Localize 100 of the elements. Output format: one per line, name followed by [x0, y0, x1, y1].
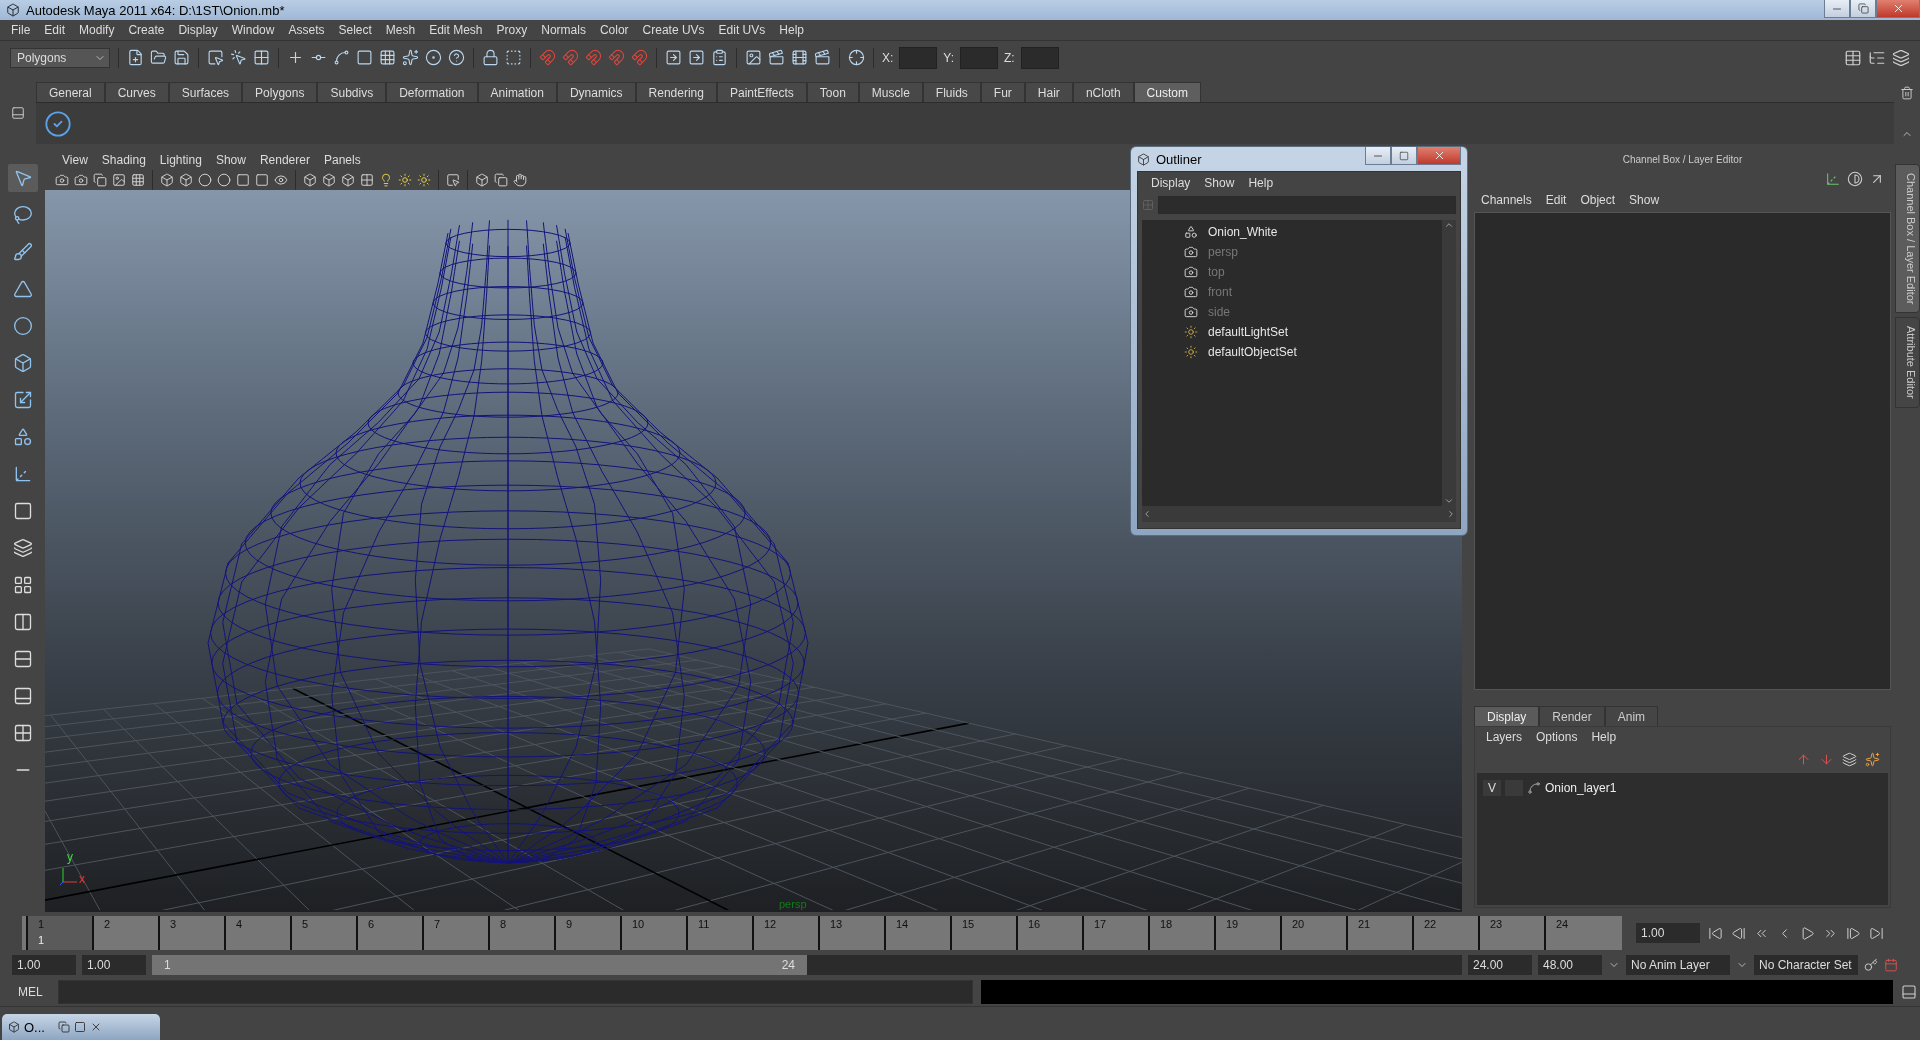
visibility-toggle[interactable]: V: [1483, 780, 1501, 796]
all-lights-icon[interactable]: [417, 173, 431, 187]
menu-item[interactable]: Help: [1584, 730, 1624, 744]
check-circle-icon[interactable]: [44, 109, 72, 138]
menu-item[interactable]: Show: [1622, 193, 1667, 207]
menu-item[interactable]: Mesh: [378, 23, 423, 37]
outliner-item[interactable]: defaultLightSet: [1208, 325, 1289, 339]
playback-end-field[interactable]: 24.00: [1468, 955, 1532, 975]
shelf-tab[interactable]: Surfaces: [168, 82, 243, 102]
uv-icon[interactable]: [379, 49, 396, 66]
shelf-tab[interactable]: Dynamics: [556, 82, 636, 102]
step-forward-icon[interactable]: [1846, 925, 1861, 941]
shelf-tab[interactable]: Fluids: [922, 82, 981, 102]
save-icon[interactable]: [173, 49, 190, 66]
camera-icon[interactable]: [55, 173, 69, 187]
stack-layout-icon[interactable]: [12, 649, 33, 669]
restore-icon[interactable]: [1857, 3, 1869, 14]
render-icon[interactable]: [768, 49, 785, 66]
menu-item[interactable]: Normals: [534, 23, 593, 37]
menu-item[interactable]: Edit: [1538, 193, 1574, 207]
shelf-tab[interactable]: Muscle: [858, 82, 923, 102]
shelf-tab[interactable]: Rendering: [635, 82, 717, 102]
menu-item[interactable]: Edit Mesh: [422, 23, 490, 37]
start-time-field[interactable]: 1.00: [12, 955, 76, 975]
attribute-editor-icon[interactable]: [1844, 48, 1862, 67]
restore-icon[interactable]: [58, 1021, 70, 1033]
coordinate-field[interactable]: [960, 46, 999, 69]
panel-menu-item[interactable]: Shading: [94, 153, 153, 167]
script-editor-icon[interactable]: [1901, 984, 1917, 1000]
light-icon[interactable]: [379, 173, 393, 187]
command-input[interactable]: [58, 980, 973, 1004]
visibility-icon[interactable]: [274, 173, 288, 187]
four-layout-icon[interactable]: [12, 575, 33, 595]
menu-item[interactable]: Select: [331, 23, 379, 37]
side-tab[interactable]: Channel Box / Layer Editor: [1895, 164, 1920, 314]
app-icon[interactable]: [8, 1021, 20, 1033]
menu-item[interactable]: Help: [1241, 176, 1281, 190]
go-to-start-icon[interactable]: [1708, 925, 1723, 941]
help-icon[interactable]: [448, 49, 465, 66]
select-component-icon[interactable]: [253, 49, 270, 66]
new-layer-selected-icon[interactable]: [1865, 751, 1880, 767]
side-tab[interactable]: Attribute Editor: [1895, 317, 1920, 409]
filter-field[interactable]: [1158, 196, 1456, 214]
command-language-label[interactable]: MEL: [18, 985, 50, 999]
menu-item[interactable]: Create UVs: [635, 23, 712, 37]
move-layer-up-icon[interactable]: [1796, 751, 1811, 767]
minimize-button[interactable]: [1824, 0, 1850, 18]
grease-pencil-icon[interactable]: [513, 173, 527, 187]
highlight-icon[interactable]: [505, 49, 522, 66]
menu-item[interactable]: Channels: [1474, 193, 1539, 207]
render-view-icon[interactable]: [745, 49, 762, 66]
shelf-tab[interactable]: Custom: [1133, 82, 1201, 102]
render-settings-icon[interactable]: [814, 49, 831, 66]
curve-icon[interactable]: [333, 49, 350, 66]
play-icon[interactable]: [1800, 925, 1815, 941]
menu-item[interactable]: Edit UVs: [711, 23, 773, 37]
checker-icon[interactable]: [360, 173, 374, 187]
layer-tab[interactable]: Anim: [1604, 706, 1659, 726]
end-time-field[interactable]: 48.00: [1538, 955, 1602, 975]
menu-item[interactable]: Object: [1573, 193, 1623, 207]
go-to-end-icon[interactable]: [1869, 925, 1884, 941]
maximize-button[interactable]: [1391, 147, 1417, 165]
output-icon[interactable]: [688, 49, 705, 66]
menu-item[interactable]: Edit: [37, 23, 73, 37]
scroll-down-icon[interactable]: [1444, 496, 1454, 506]
maximize-button[interactable]: [1850, 0, 1876, 18]
menu-item[interactable]: Proxy: [489, 23, 535, 37]
step-back-icon[interactable]: [1731, 925, 1746, 941]
select-object-icon[interactable]: [230, 49, 247, 66]
new-layer-icon[interactable]: [1842, 751, 1857, 767]
outliner-item[interactable]: defaultObjectSet: [1208, 345, 1297, 359]
resolution-gate-icon[interactable]: [494, 173, 508, 187]
layer-name[interactable]: Onion_layer1: [1545, 781, 1617, 795]
coordinate-field[interactable]: [1020, 46, 1059, 69]
shelf-tab[interactable]: PaintEffects: [716, 82, 807, 102]
ipr-render-icon[interactable]: [791, 49, 808, 66]
current-time-field[interactable]: 1.00: [1636, 923, 1700, 943]
menu-item[interactable]: Options: [1529, 730, 1585, 744]
scroll-up-icon[interactable]: [1444, 220, 1454, 230]
camera-lock-icon[interactable]: [74, 173, 88, 187]
shelf-tab[interactable]: Hair: [1024, 82, 1073, 102]
transform-icon[interactable]: [848, 49, 865, 66]
menu-item[interactable]: File: [4, 23, 38, 37]
minimize-button[interactable]: [1365, 147, 1391, 165]
shelf-menu-icon[interactable]: [11, 106, 25, 120]
time-slider[interactable]: 1 1 2 3 4 5 6 7 8 9 10 11 12 13 14 15 16 17 18 19 20 21 22 23 24: [22, 916, 1622, 950]
shapes-icon[interactable]: [12, 427, 33, 447]
menu-item[interactable]: Show: [1197, 176, 1242, 190]
graph-layout-icon[interactable]: [12, 723, 33, 743]
blank-tool-icon[interactable]: [12, 501, 33, 521]
panel-menu-item[interactable]: Lighting: [152, 153, 209, 167]
move-layer-down-icon[interactable]: [1819, 751, 1834, 767]
two-layout-icon[interactable]: [12, 612, 33, 632]
scale-tool-icon[interactable]: [12, 390, 33, 410]
grid-icon[interactable]: [131, 173, 145, 187]
half-circle-icon[interactable]: [1847, 171, 1863, 187]
menu-item[interactable]: Modify: [72, 23, 122, 37]
menu-item[interactable]: Color: [592, 23, 636, 37]
key-icon[interactable]: [1864, 958, 1878, 972]
paint-tool-icon[interactable]: [12, 242, 33, 262]
